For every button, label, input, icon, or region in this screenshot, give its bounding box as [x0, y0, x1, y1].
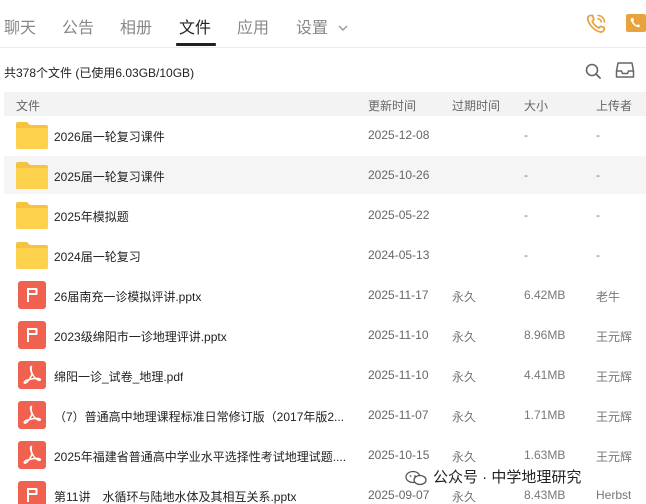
file-size: 8.43MB [524, 488, 566, 502]
ppt-file-icon [18, 281, 50, 309]
tab-apps[interactable]: 应用 [237, 14, 269, 38]
file-table-header: 文件 更新时间 过期时间 大小 上传者 [4, 92, 646, 116]
file-name[interactable]: 2025年模拟题 [54, 208, 129, 225]
folder-icon [16, 241, 48, 269]
file-name[interactable]: 第11讲 水循环与陆地水体及其相互关系.pptx [54, 488, 296, 504]
tab-settings[interactable]: 设置 [296, 14, 348, 38]
file-name[interactable]: 26届南充一诊模拟评讲.pptx [54, 288, 201, 305]
folder-icon [16, 121, 48, 149]
active-tab-indicator [176, 43, 216, 46]
file-uploader: 王元辉 [596, 450, 633, 464]
file-updated-date: 2025-11-17 [368, 288, 429, 302]
file-validity: 永久 [452, 330, 477, 344]
file-row[interactable]: 26届南充一诊模拟评讲.pptx 2025-11-17 永久 6.42MB 老牛 [4, 276, 646, 314]
folder-row[interactable]: 2024届一轮复习 2024-05-13 - - [4, 236, 646, 274]
file-size: 4.41MB [524, 368, 566, 382]
column-size[interactable]: 大小 [524, 97, 548, 114]
top-tab-bar: 聊天 公告 相册 文件 应用 设置 [0, 0, 646, 48]
file-uploader: - [596, 128, 600, 142]
file-uploader: 王元辉 [596, 410, 633, 424]
ppt-file-icon [18, 321, 50, 349]
file-uploader: Herbst [596, 488, 632, 502]
folder-row[interactable]: 2026届一轮复习课件 2025-12-08 - - [4, 116, 646, 154]
column-validity[interactable]: 过期时间 [452, 97, 500, 114]
file-name[interactable]: （7）普通高中地理课程标准日常修订版（2017年版2... [54, 408, 344, 425]
file-size: 6.42MB [524, 288, 566, 302]
call-icon[interactable] [584, 12, 608, 36]
column-uploader[interactable]: 上传者 [596, 97, 632, 114]
watermark-text: 公众号 · 中学地理研究 [433, 469, 582, 486]
file-updated-date: 2025-05-22 [368, 208, 430, 222]
file-name[interactable]: 绵阳一诊_试卷_地理.pdf [54, 368, 183, 385]
phone-icon[interactable] [626, 14, 646, 32]
file-size: 8.96MB [524, 328, 566, 342]
file-updated-date: 2025-10-26 [368, 168, 430, 182]
chevron-down-icon [338, 25, 348, 32]
file-row[interactable]: 绵阳一诊_试卷_地理.pdf 2025-11-10 永久 4.41MB 王元辉 [4, 356, 646, 394]
file-validity: 永久 [452, 490, 477, 504]
file-validity: 永久 [452, 370, 477, 384]
pdf-file-icon [18, 361, 50, 389]
file-uploader: 老牛 [596, 290, 621, 304]
column-updated[interactable]: 更新时间 [368, 97, 416, 114]
file-uploader: - [596, 208, 600, 222]
file-updated-date: 2025-10-15 [368, 448, 430, 462]
ppt-file-icon [18, 481, 50, 504]
file-updated-date: 2025-11-10 [368, 328, 429, 342]
file-name[interactable]: 2026届一轮复习课件 [54, 128, 165, 145]
pdf-file-icon [18, 401, 50, 429]
file-updated-date: 2025-11-10 [368, 368, 429, 382]
file-updated-date: 2024-05-13 [368, 248, 430, 262]
file-uploader: 王元辉 [596, 330, 633, 344]
file-updated-date: 2025-11-07 [368, 408, 429, 422]
file-updated-date: 2025-12-08 [368, 128, 430, 142]
file-size: 1.71MB [524, 408, 566, 422]
pdf-file-icon [18, 441, 50, 469]
file-name[interactable]: 2023级绵阳市一诊地理评讲.pptx [54, 328, 227, 345]
tab-files[interactable]: 文件 [179, 14, 211, 38]
file-validity: 永久 [452, 290, 477, 304]
folder-icon [16, 161, 48, 189]
search-icon[interactable] [584, 62, 602, 80]
file-name[interactable]: 2024届一轮复习 [54, 248, 141, 265]
file-row[interactable]: 2023级绵阳市一诊地理评讲.pptx 2025-11-10 永久 8.96MB 王元辉 [4, 316, 646, 354]
folder-row[interactable]: 2025年模拟题 2025-05-22 - - [4, 196, 646, 234]
wechat-icon [405, 470, 427, 486]
file-size: 1.63MB [524, 448, 566, 462]
tab-chat[interactable]: 聊天 [4, 14, 36, 38]
file-uploader: - [596, 248, 600, 262]
file-validity: 永久 [452, 450, 477, 464]
tab-settings-label: 设置 [296, 20, 329, 37]
file-name[interactable]: 2025届一轮复习课件 [54, 168, 165, 185]
column-name[interactable]: 文件 [16, 97, 40, 114]
file-uploader: 王元辉 [596, 370, 633, 384]
file-validity: 永久 [452, 410, 477, 424]
folder-row[interactable]: 2025届一轮复习课件 2025-10-26 - - [4, 156, 646, 194]
file-row[interactable]: （7）普通高中地理课程标准日常修订版（2017年版2... 2025-11-07 永… [4, 396, 646, 434]
file-updated-date: 2025-09-07 [368, 488, 430, 502]
file-size: - [524, 128, 528, 142]
tab-album[interactable]: 相册 [120, 14, 152, 38]
file-uploader: - [596, 168, 600, 182]
file-name[interactable]: 2025年福建省普通高中学业水平选择性考试地理试题.... [54, 448, 346, 465]
tab-announcements[interactable]: 公告 [62, 14, 94, 38]
file-size: - [524, 248, 528, 262]
watermark: 公众号 · 中学地理研究 [405, 466, 586, 488]
folder-icon [16, 201, 48, 229]
storage-summary: 共378个文件 (已使用6.03GB/10GB) [4, 66, 195, 80]
file-size: - [524, 168, 528, 182]
file-size: - [524, 208, 528, 222]
tray-icon[interactable] [615, 61, 635, 79]
